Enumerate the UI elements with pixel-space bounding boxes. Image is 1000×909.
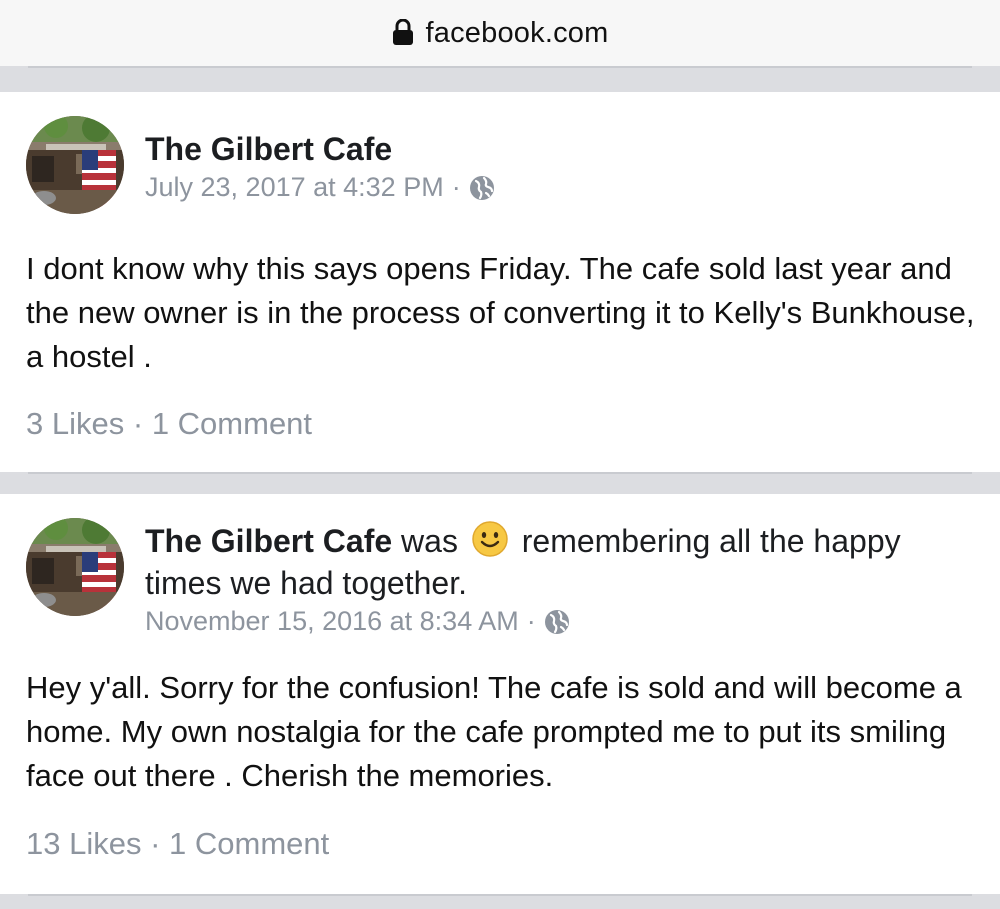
post-header: The Gilbert Cafe xyxy=(145,128,392,170)
author-name[interactable]: The Gilbert Cafe xyxy=(145,523,392,559)
post-stats: 3 Likes · 1 Comment xyxy=(26,406,312,442)
feed-divider xyxy=(0,894,1000,909)
cafe-photo-image xyxy=(26,518,124,616)
meta-separator: · xyxy=(526,606,536,636)
comments-count[interactable]: 1 Comment xyxy=(152,406,312,441)
post-card: The Gilbert Cafe was remembering all the… xyxy=(0,494,1000,894)
feed-divider xyxy=(0,472,1000,494)
post-meta: July 23, 2017 at 4:32 PM · xyxy=(145,172,495,203)
globe-icon xyxy=(544,609,569,634)
likes-count[interactable]: 3 Likes xyxy=(26,406,124,441)
post-timestamp[interactable]: July 23, 2017 at 4:32 PM xyxy=(145,172,444,203)
feed-divider xyxy=(0,66,1000,92)
smiley-face-icon xyxy=(472,521,508,557)
lock-icon xyxy=(392,19,413,45)
browser-url-bar[interactable]: facebook.com xyxy=(0,0,1000,66)
post-stats: 13 Likes · 1 Comment xyxy=(26,826,329,862)
post-card: The Gilbert Cafe July 23, 2017 at 4:32 P… xyxy=(0,92,1000,472)
comments-count[interactable]: 1 Comment xyxy=(169,826,329,861)
post-body: Hey y'all. Sorry for the confusion! The … xyxy=(26,670,962,793)
stats-separator: · xyxy=(132,406,144,441)
post-meta: November 15, 2016 at 8:34 AM · xyxy=(145,606,570,637)
stats-separator: · xyxy=(150,826,161,861)
activity-verb: was xyxy=(401,523,458,559)
meta-separator: · xyxy=(451,172,461,202)
author-name[interactable]: The Gilbert Cafe xyxy=(145,131,392,167)
avatar[interactable] xyxy=(26,116,124,214)
post-body: I dont know why this says opens Friday. … xyxy=(26,251,975,374)
post-timestamp[interactable]: November 15, 2016 at 8:34 AM xyxy=(145,606,519,637)
url-text[interactable]: facebook.com xyxy=(426,17,609,50)
cafe-photo-image xyxy=(26,116,124,214)
avatar[interactable] xyxy=(26,518,124,616)
post-header: The Gilbert Cafe was remembering all the… xyxy=(145,520,985,604)
likes-count[interactable]: 13 Likes xyxy=(26,826,141,861)
globe-icon xyxy=(469,175,494,200)
